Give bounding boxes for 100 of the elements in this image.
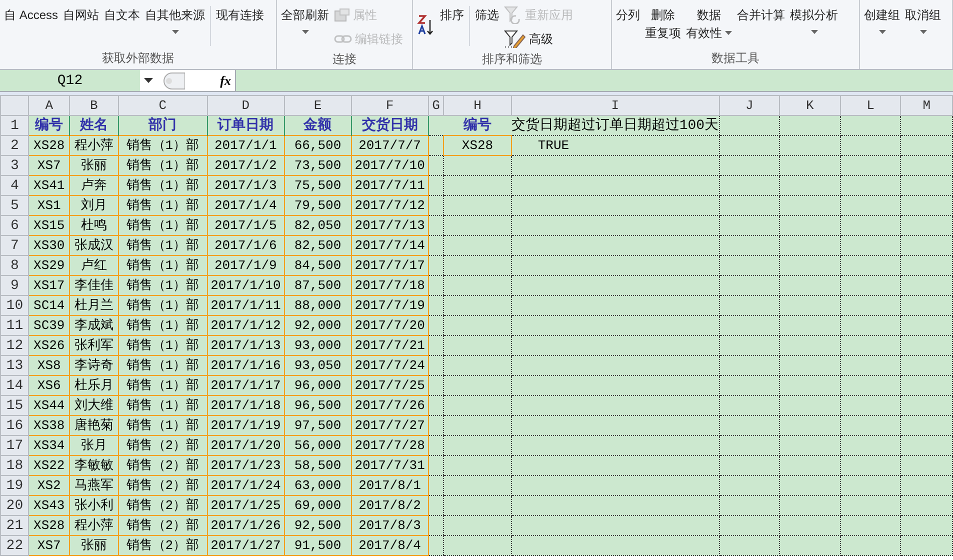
insert-function-button[interactable]: fx bbox=[220, 70, 231, 90]
ribbon-button[interactable]: 自 Access bbox=[4, 6, 58, 24]
column-header[interactable]: L bbox=[866, 98, 874, 112]
table-cell: 82,500 bbox=[294, 238, 342, 252]
table-cell: 张成汉 bbox=[74, 238, 114, 252]
table-cell: 2017/1/23 bbox=[210, 458, 281, 472]
table-cell: XS34 bbox=[34, 438, 65, 452]
column-header[interactable]: C bbox=[158, 98, 167, 112]
table-cell: 2017/7/31 bbox=[354, 458, 425, 472]
table-cell: 2017/1/25 bbox=[210, 498, 281, 512]
table-cell: XS7 bbox=[37, 158, 61, 172]
column-header[interactable]: E bbox=[314, 98, 322, 112]
ribbon-button[interactable]: 自文本 bbox=[104, 6, 140, 24]
name-box[interactable]: Q12 bbox=[0, 70, 140, 91]
table-cell: SC14 bbox=[34, 298, 65, 312]
ribbon-button[interactable]: 筛选 bbox=[475, 6, 499, 24]
table-cell: 杜月兰 bbox=[74, 298, 114, 312]
ribbon-button[interactable]: 排序 bbox=[440, 6, 464, 24]
table-cell: 2017/7/21 bbox=[354, 338, 425, 352]
table-cell: 2017/1/18 bbox=[210, 398, 281, 412]
ribbon-button[interactable]: 模拟分析 bbox=[790, 6, 838, 24]
table-cell: 2017/7/13 bbox=[354, 218, 425, 232]
table-cell: 2017/7/24 bbox=[354, 358, 425, 372]
column-header[interactable]: D bbox=[242, 98, 250, 112]
table-cell: 2017/7/28 bbox=[354, 438, 425, 452]
table-cell: 2017/7/12 bbox=[354, 198, 425, 212]
table-cell: 93,050 bbox=[294, 358, 342, 372]
table-cell: 销售（1）部 bbox=[126, 298, 200, 312]
table-cell: XS7 bbox=[37, 538, 61, 552]
table-cell: 销售（1）部 bbox=[126, 338, 200, 352]
table-cell: 2017/1/17 bbox=[210, 378, 281, 392]
group-label: 连接 bbox=[332, 50, 356, 68]
table-cell: 2017/1/6 bbox=[214, 238, 277, 252]
ribbon-button[interactable]: 现有连接 bbox=[216, 6, 264, 24]
column-header[interactable]: H bbox=[474, 98, 482, 112]
column-header[interactable]: K bbox=[806, 98, 814, 112]
ribbon-button[interactable]: 合并计算 bbox=[737, 6, 785, 24]
table-cell: 2017/8/2 bbox=[358, 498, 421, 512]
table-cell: 销售（2）部 bbox=[126, 458, 200, 472]
table-cell: 2017/7/26 bbox=[354, 398, 425, 412]
ribbon-button[interactable]: 删除 重复项 bbox=[645, 6, 681, 42]
ribbon-button[interactable]: 分列 bbox=[616, 6, 640, 24]
table-cell: 2017/1/16 bbox=[210, 358, 281, 372]
table-cell: 卢奔 bbox=[80, 178, 107, 192]
table-cell: XS29 bbox=[34, 258, 65, 272]
table-cell: XS2 bbox=[37, 478, 61, 492]
table-cell: XS44 bbox=[34, 398, 65, 412]
table-cell: 2017/1/24 bbox=[210, 478, 281, 492]
table-cell: 96,500 bbox=[294, 398, 342, 412]
table-cell: 销售（1）部 bbox=[126, 278, 200, 292]
table-cell: 程小萍 bbox=[74, 138, 114, 152]
group-label: 数据工具 bbox=[712, 50, 760, 67]
table-cell: 2017/1/12 bbox=[210, 318, 281, 332]
column-header[interactable]: B bbox=[90, 98, 98, 112]
table-cell: 2017/1/10 bbox=[210, 278, 281, 292]
cell-text: 交货日期超过订单日期超过100天 bbox=[511, 118, 719, 134]
ribbon-button[interactable]: 取消组 bbox=[905, 6, 941, 24]
table-cell: 87,500 bbox=[294, 278, 342, 292]
table-cell: 2017/8/3 bbox=[358, 518, 421, 532]
sort-descending-icon[interactable] bbox=[417, 14, 435, 36]
table-cell: 2017/1/2 bbox=[214, 158, 277, 172]
ribbon-button[interactable]: 数据 有效性 bbox=[686, 6, 732, 42]
table-cell: XS28 bbox=[34, 518, 65, 532]
ribbon-button[interactable]: 高级 bbox=[504, 30, 573, 48]
table-cell: 张丽 bbox=[80, 538, 107, 552]
table-cell: 82,050 bbox=[294, 218, 342, 232]
table-cell: 2017/1/5 bbox=[214, 218, 277, 232]
table-cell: 张月 bbox=[80, 438, 107, 452]
table-header-cell: 编号 bbox=[464, 118, 492, 134]
table-header-cell: 交货日期 bbox=[362, 118, 418, 134]
table-cell: 2017/1/27 bbox=[210, 538, 281, 552]
table-cell: 销售（1）部 bbox=[126, 398, 200, 412]
column-header[interactable]: A bbox=[45, 98, 54, 112]
table-cell: 程小萍 bbox=[74, 518, 114, 532]
table-cell: 2017/1/11 bbox=[210, 298, 281, 312]
table-cell: 销售（2）部 bbox=[126, 498, 200, 512]
table-cell: 销售（2）部 bbox=[126, 518, 200, 532]
table-cell: 销售（1）部 bbox=[126, 158, 200, 172]
column-header[interactable]: J bbox=[745, 98, 754, 112]
column-header[interactable]: I bbox=[611, 98, 620, 112]
column-header[interactable]: F bbox=[386, 98, 394, 112]
reapply-filter-icon bbox=[504, 6, 522, 24]
table-cell: 93,000 bbox=[294, 338, 342, 352]
dropdown-icon[interactable] bbox=[144, 78, 153, 83]
ribbon-button[interactable]: 全部刷新 bbox=[281, 6, 329, 24]
ribbon-button[interactable]: 创建组 bbox=[864, 6, 900, 24]
table-cell: 2017/1/20 bbox=[210, 438, 281, 452]
ribbon-button[interactable]: 自网站 bbox=[63, 6, 100, 24]
table-cell: XS6 bbox=[37, 378, 61, 392]
table-cell: 84,500 bbox=[294, 258, 342, 272]
table-header-cell: 姓名 bbox=[80, 118, 108, 134]
group-label: 排序和筛选 bbox=[482, 50, 542, 68]
ribbon-button[interactable]: 自其他来源 bbox=[145, 6, 206, 24]
table-cell: 96,000 bbox=[294, 378, 342, 392]
table-cell: 69,000 bbox=[294, 498, 342, 512]
table-cell: 2017/8/1 bbox=[358, 478, 421, 492]
table-cell: 杜鸣 bbox=[80, 218, 107, 232]
column-header[interactable]: M bbox=[922, 98, 931, 112]
table-cell: 2017/1/26 bbox=[210, 518, 281, 532]
table-cell: 75,500 bbox=[294, 178, 342, 192]
